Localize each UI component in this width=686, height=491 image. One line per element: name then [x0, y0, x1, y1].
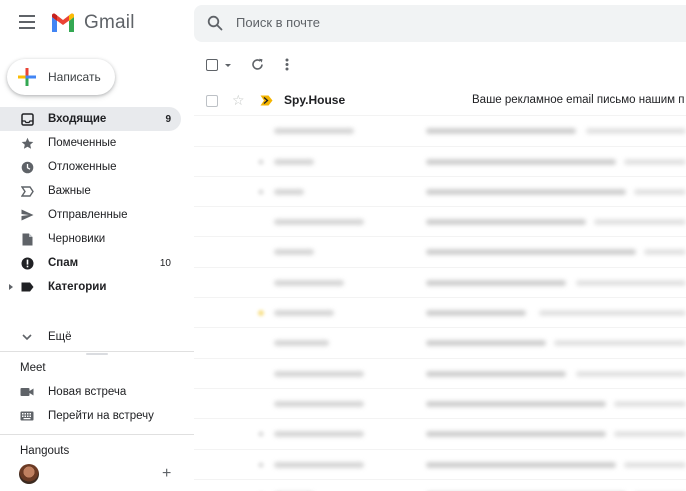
email-sender: Spy.House [284, 93, 346, 107]
search-input[interactable] [236, 15, 636, 30]
star-outline-icon[interactable]: ☆ [232, 92, 245, 109]
email-list: ☆ Spy.House Ваше рекламное email письмо … [194, 86, 686, 491]
email-row-blurred[interactable] [194, 237, 686, 268]
meet-item-label: Новая встреча [48, 386, 127, 398]
sidebar-item-label: Помеченные [48, 137, 117, 149]
sidebar-item-important[interactable]: Важные [0, 179, 181, 203]
email-row-blurred[interactable] [194, 177, 686, 208]
sidebar-item-label: Категории [48, 281, 107, 293]
sidebar-item-snoozed[interactable]: Отложенные [0, 155, 181, 179]
sidebar-item-label: Входящие [48, 113, 107, 125]
email-row[interactable]: ☆ Spy.House Ваше рекламное email письмо … [194, 86, 686, 117]
keyboard-icon [20, 409, 34, 423]
more-vert-icon[interactable] [285, 58, 289, 71]
search-icon[interactable] [207, 15, 223, 31]
email-row-blurred[interactable] [194, 389, 686, 420]
important-marker-icon[interactable] [260, 95, 273, 106]
gmail-m-icon [52, 13, 74, 32]
divider [0, 351, 194, 352]
meet-join-meeting[interactable]: Перейти на встречу [20, 409, 154, 423]
email-subject: Ваше рекламное email письмо нашим п [472, 94, 685, 106]
main-menu-icon[interactable] [19, 15, 35, 29]
sidebar-item-label: Спам [48, 257, 79, 269]
sidebar-item-starred[interactable]: Помеченные [0, 131, 181, 155]
sidebar-item-drafts[interactable]: Черновики [0, 227, 181, 251]
email-row-blurred[interactable] [194, 147, 686, 177]
more-label: Ещё [48, 331, 72, 343]
select-all-checkbox[interactable] [206, 59, 218, 71]
label-icon [20, 280, 34, 294]
email-row-blurred[interactable] [194, 359, 686, 389]
compose-label: Написать [48, 70, 101, 84]
meet-new-meeting[interactable]: Новая встреча [20, 385, 126, 399]
sidebar-nav: Входящие 9 Помеченные Отложенные Важные … [0, 107, 194, 299]
sidebar-item-label: Отправленные [48, 209, 128, 221]
email-row-blurred[interactable] [194, 298, 686, 329]
chevron-down-icon [20, 330, 34, 344]
star-icon [20, 136, 34, 150]
compose-button[interactable]: Написать [7, 59, 115, 95]
gmail-logo[interactable]: Gmail [50, 12, 135, 34]
row-checkbox[interactable] [206, 95, 218, 107]
email-row-blurred[interactable] [194, 480, 686, 491]
sidebar-item-categories[interactable]: Категории [0, 275, 181, 299]
refresh-icon[interactable] [251, 58, 264, 71]
top-header: Gmail [0, 0, 686, 47]
sidebar-item-label: Отложенные [48, 161, 117, 173]
draft-icon [20, 232, 34, 246]
compose-plus-icon [18, 68, 36, 86]
sidebar-item-label: Важные [48, 185, 91, 197]
divider [0, 434, 194, 435]
search-bar[interactable] [194, 5, 686, 42]
expand-arrow-icon[interactable] [9, 284, 13, 290]
email-row-blurred[interactable] [194, 207, 686, 238]
spam-icon [20, 256, 34, 270]
email-row-blurred[interactable] [194, 419, 686, 450]
inbox-icon [20, 112, 34, 126]
send-icon [20, 208, 34, 222]
clock-icon [20, 160, 34, 174]
hangouts-section-title: Hangouts [20, 445, 70, 457]
unread-count: 9 [165, 113, 171, 125]
add-contact-icon[interactable]: + [162, 466, 171, 482]
meet-item-label: Перейти на встречу [48, 410, 154, 422]
spam-count: 10 [159, 257, 171, 269]
email-row-blurred[interactable] [194, 268, 686, 299]
sidebar-item-label: Черновики [48, 233, 106, 245]
video-camera-icon [20, 385, 34, 399]
sidebar-item-sent[interactable]: Отправленные [0, 203, 181, 227]
avatar[interactable] [19, 464, 39, 484]
email-row-blurred[interactable] [194, 450, 686, 480]
meet-section-title: Meet [20, 362, 46, 374]
email-row-blurred[interactable] [194, 328, 686, 359]
important-icon [20, 184, 34, 198]
sidebar-item-inbox[interactable]: Входящие 9 [0, 107, 181, 131]
sidebar-item-spam[interactable]: Спам 10 [0, 251, 181, 275]
sidebar-more-toggle[interactable]: Ещё [20, 330, 72, 344]
select-dropdown-icon[interactable] [225, 64, 231, 67]
app-title: Gmail [84, 12, 135, 33]
resize-handle[interactable] [86, 353, 108, 355]
email-row-blurred[interactable] [194, 116, 686, 147]
